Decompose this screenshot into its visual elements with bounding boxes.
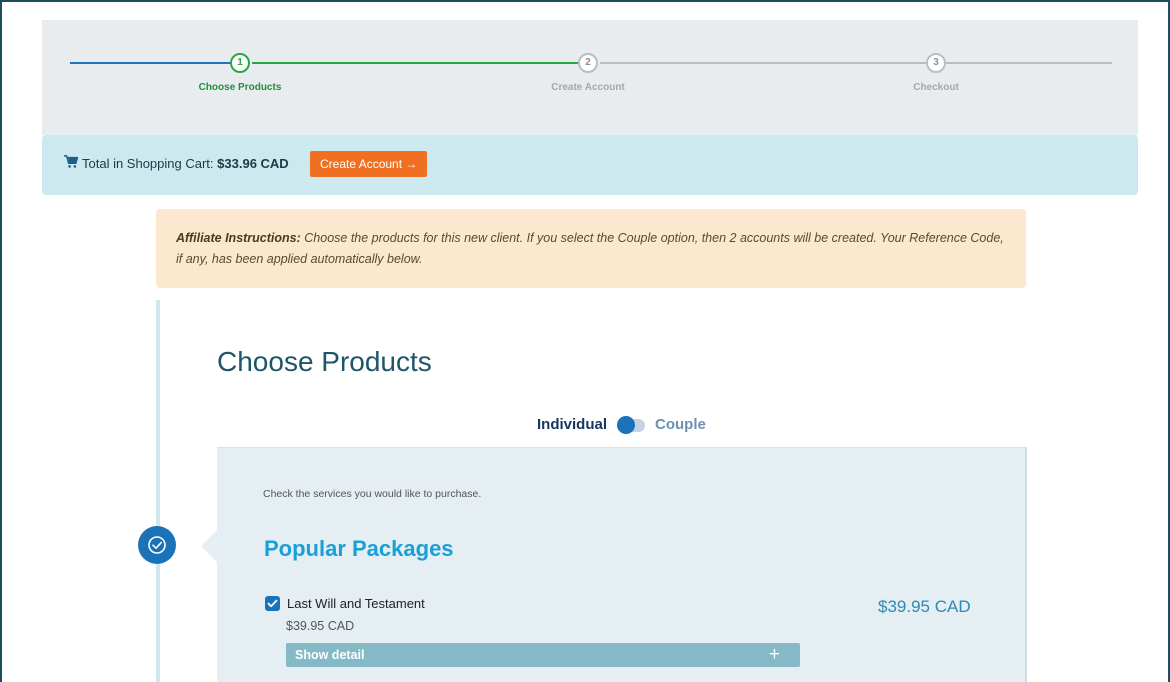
step-2-number: 2 bbox=[578, 53, 598, 73]
toggle-knob[interactable] bbox=[617, 416, 635, 434]
cart-total-text: Total in Shopping Cart: $33.96 CAD bbox=[82, 156, 289, 171]
progress-line-active bbox=[252, 62, 584, 64]
checkmark-icon bbox=[267, 599, 278, 608]
step-3-number: 3 bbox=[926, 53, 946, 73]
progress-line-pending bbox=[944, 62, 1112, 64]
create-account-button[interactable]: Create Account → bbox=[310, 151, 428, 177]
shopping-cart-icon bbox=[64, 155, 78, 168]
progress-line-pending bbox=[600, 62, 930, 64]
check-circle-icon bbox=[148, 536, 166, 554]
step-1-label[interactable]: Choose Products bbox=[150, 82, 330, 93]
step-1-number[interactable]: 1 bbox=[230, 53, 250, 73]
affiliate-text: Choose the products for this new client.… bbox=[176, 231, 1004, 266]
cart-total-value: $33.96 CAD bbox=[217, 156, 289, 171]
cart-total-label: Total in Shopping Cart: bbox=[82, 156, 214, 171]
toggle-couple-label[interactable]: Couple bbox=[655, 416, 706, 433]
page-title: Choose Products bbox=[217, 346, 432, 377]
product-checkbox[interactable] bbox=[265, 596, 280, 611]
affiliate-instructions: Affiliate Instructions: Choose the produ… bbox=[156, 209, 1026, 288]
affiliate-heading: Affiliate Instructions: bbox=[176, 231, 301, 245]
show-detail-button[interactable]: Show detail + bbox=[286, 643, 800, 667]
timeline-rail bbox=[156, 300, 160, 682]
panel-hint: Check the services you would like to pur… bbox=[263, 488, 482, 500]
product-name[interactable]: Last Will and Testament bbox=[287, 596, 425, 611]
cart-summary-bar: Total in Shopping Cart: $33.96 CAD Creat… bbox=[42, 135, 1138, 195]
step-3-label: Checkout bbox=[913, 82, 959, 93]
panel-pointer bbox=[201, 530, 217, 562]
section-title: Popular Packages bbox=[264, 536, 454, 561]
show-detail-label: Show detail bbox=[295, 648, 365, 662]
progress-line-complete bbox=[70, 62, 244, 64]
progress-stepper: 1 Choose Products 2 Create Account 3 Che… bbox=[42, 20, 1138, 135]
product-price: $39.95 CAD bbox=[878, 597, 971, 616]
toggle-individual-label[interactable]: Individual bbox=[537, 416, 607, 433]
product-price-small: $39.95 CAD bbox=[286, 619, 355, 633]
step-complete-marker bbox=[138, 526, 176, 564]
plus-icon: + bbox=[768, 644, 780, 665]
step-2-label: Create Account bbox=[551, 82, 625, 93]
